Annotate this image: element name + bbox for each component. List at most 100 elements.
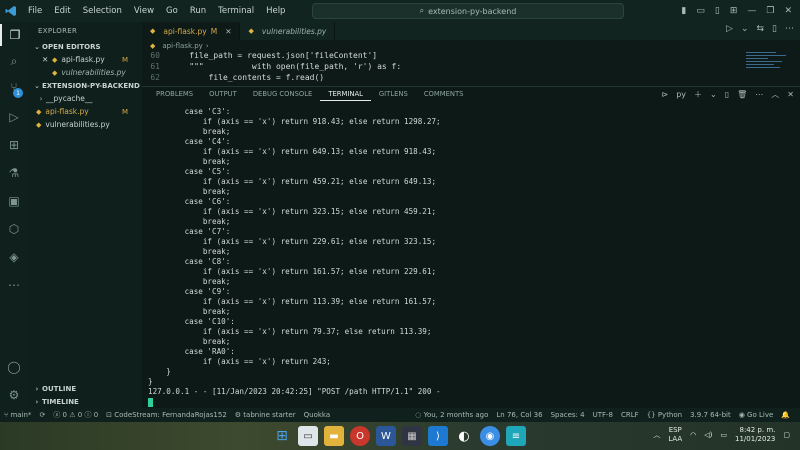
minimap[interactable] — [746, 52, 790, 82]
menu-run[interactable]: Run — [184, 6, 212, 16]
menu-edit[interactable]: Edit — [48, 6, 76, 16]
clock[interactable]: 8:42 p. m. 11/01/2023 — [735, 426, 775, 444]
folder-item[interactable]: › __pycache__ — [28, 92, 142, 105]
close-icon[interactable]: ✕ — [42, 55, 52, 64]
toggle-secondary-sidebar-icon[interactable]: ▯ — [715, 6, 720, 16]
trash-icon[interactable]: 🗑 — [737, 90, 747, 99]
github-desktop-icon[interactable]: ◐ — [454, 426, 474, 446]
split-editor-icon[interactable]: ▯ — [772, 24, 777, 34]
git-blame-status[interactable]: ◌ You, 2 months ago — [411, 411, 492, 419]
more-actions-icon[interactable]: ⋯ — [755, 90, 763, 99]
extensions-icon[interactable]: ⊞ — [0, 134, 28, 156]
vscode-app-icon[interactable]: ⟩ — [428, 426, 448, 446]
chevron-up-icon[interactable]: ︿ — [653, 430, 660, 440]
file-item[interactable]: ◆ api-flask.py M — [28, 105, 142, 118]
menu-file[interactable]: File — [22, 6, 48, 16]
outline-section[interactable]: › OUTLINE — [28, 382, 142, 395]
tab-output[interactable]: OUTPUT — [201, 87, 245, 101]
task-view-icon[interactable]: ▭ — [298, 426, 318, 446]
terminal-profile-icon[interactable]: ⊳ — [662, 90, 669, 99]
breadcrumb-file[interactable]: api-flask.py — [162, 42, 202, 50]
code-line[interactable]: 62 file_contents = f.read() — [142, 73, 800, 84]
tab-terminal[interactable]: TERMINAL — [320, 87, 371, 101]
more-actions-icon[interactable]: ⋯ — [785, 24, 794, 34]
go-live-button[interactable]: ◉ Go Live — [735, 411, 778, 419]
explorer-icon[interactable]: ❐ — [0, 24, 28, 46]
project-section[interactable]: ⌄ EXTENSION-PY-BACKEND — [28, 79, 142, 92]
indentation-status[interactable]: Spaces: 4 — [547, 411, 589, 419]
cursor-position[interactable]: Ln 76, Col 36 — [492, 411, 546, 419]
chevron-down-icon[interactable]: ⌄ — [741, 24, 749, 34]
notes-app-icon[interactable]: ≡ — [506, 426, 526, 446]
close-tab-icon[interactable]: ✕ — [225, 27, 231, 36]
more-icon[interactable]: ⋯ — [0, 274, 28, 296]
chevron-down-icon[interactable]: ⌄ — [710, 90, 717, 99]
remote-explorer-icon[interactable]: ▣ — [0, 190, 28, 212]
maximize-icon[interactable]: ❐ — [766, 6, 774, 16]
menu-view[interactable]: View — [128, 6, 160, 16]
close-panel-icon[interactable]: ✕ — [787, 90, 794, 99]
codestream-status[interactable]: ⊡ CodeStream: FernandaRojas152 — [102, 411, 231, 419]
terminal-output[interactable]: case 'C3': if (axis == 'x') return 918.4… — [148, 107, 788, 407]
account-icon[interactable]: ◯ — [0, 356, 28, 378]
info-icon: ⓘ — [84, 411, 94, 419]
gitlens-icon[interactable]: ◈ — [0, 246, 28, 268]
minimize-icon[interactable]: — — [747, 6, 756, 16]
customize-layout-icon[interactable]: ⊞ — [730, 6, 738, 16]
menu-selection[interactable]: Selection — [77, 6, 128, 16]
encoding-status[interactable]: UTF-8 — [589, 411, 617, 419]
language-indicator[interactable]: ESP LAA — [668, 426, 682, 444]
tab-gitlens[interactable]: GITLENS — [371, 87, 416, 101]
timeline-section[interactable]: › TIMELINE — [28, 395, 142, 408]
firefox-icon[interactable]: ◉ — [480, 426, 500, 446]
battery-icon[interactable]: ▭ — [720, 431, 727, 439]
wifi-icon[interactable]: ◠ — [690, 431, 696, 439]
open-editor-item[interactable]: ◆ vulnerabilities.py — [28, 66, 142, 79]
menu-go[interactable]: Go — [160, 6, 184, 16]
run-file-icon[interactable]: ▷ — [726, 24, 733, 34]
menu-terminal[interactable]: Terminal — [212, 6, 260, 16]
volume-icon[interactable]: ◁) — [704, 431, 712, 439]
split-terminal-icon[interactable]: ▯ — [725, 90, 729, 99]
sync-icon[interactable]: ⟳ — [35, 411, 49, 419]
open-editor-item[interactable]: ✕ ◆ api-flask.py M — [28, 53, 142, 66]
terminal-name[interactable]: py — [676, 90, 686, 99]
notifications-icon[interactable]: 🔔 — [777, 411, 794, 419]
python-interpreter[interactable]: 3.9.7 64-bit — [686, 411, 735, 419]
eol-status[interactable]: CRLF — [617, 411, 643, 419]
testing-icon[interactable]: ⚗ — [0, 162, 28, 184]
docker-icon[interactable]: ⬡ — [0, 218, 28, 240]
compare-changes-icon[interactable]: ⇆ — [757, 24, 765, 34]
toggle-sidebar-icon[interactable]: ▮ — [681, 6, 686, 16]
windows-start-icon[interactable]: ⊞ — [272, 426, 292, 446]
code-line[interactable]: 60 file_path = request.json['fileContent… — [142, 51, 800, 62]
word-icon[interactable]: W — [376, 426, 396, 446]
opera-icon[interactable]: O — [350, 426, 370, 446]
maximize-panel-icon[interactable]: ︿ — [771, 89, 779, 100]
tab-api-flask[interactable]: ◆ api-flask.py M ✕ — [142, 22, 241, 40]
open-editors-section[interactable]: ⌄ OPEN EDITORS — [28, 40, 142, 53]
run-debug-icon[interactable]: ▷ — [0, 106, 28, 128]
toggle-panel-icon[interactable]: ▭ — [696, 6, 705, 16]
new-terminal-icon[interactable]: ＋ — [694, 89, 702, 100]
menu-help[interactable]: Help — [260, 6, 291, 16]
tabnine-status[interactable]: ⚙ tabnine starter — [231, 411, 300, 419]
tab-vulnerabilities[interactable]: ◆ vulnerabilities.py — [240, 22, 336, 40]
tab-debug-console[interactable]: DEBUG CONSOLE — [245, 87, 321, 101]
language-mode[interactable]: {} Python — [643, 411, 686, 419]
quokka-status[interactable]: Quokka — [300, 411, 335, 419]
tab-problems[interactable]: PROBLEMS — [148, 87, 201, 101]
tab-comments[interactable]: COMMENTS — [416, 87, 472, 101]
code-line[interactable]: 61 """ with open(file_path, 'r') as f: — [142, 62, 800, 73]
file-item[interactable]: ◆ vulnerabilities.py — [28, 118, 142, 131]
command-center-search[interactable]: ⌕ extension-py-backend — [312, 3, 624, 19]
notification-center-icon[interactable]: ▢ — [783, 431, 790, 439]
branch-status[interactable]: ⑂ main* — [0, 411, 35, 419]
close-window-icon[interactable]: ✕ — [784, 6, 792, 16]
problems-status[interactable]: ⓧ 0 ⚠ 0 ⓘ 0 — [49, 410, 102, 420]
settings-gear-icon[interactable]: ⚙ — [0, 384, 28, 406]
source-control-icon[interactable]: ⑂ 1 — [0, 76, 28, 98]
file-explorer-icon[interactable]: ▬ — [324, 426, 344, 446]
terminal-app-icon[interactable]: ▦ — [402, 426, 422, 446]
search-view-icon[interactable]: ⌕ — [0, 50, 28, 72]
